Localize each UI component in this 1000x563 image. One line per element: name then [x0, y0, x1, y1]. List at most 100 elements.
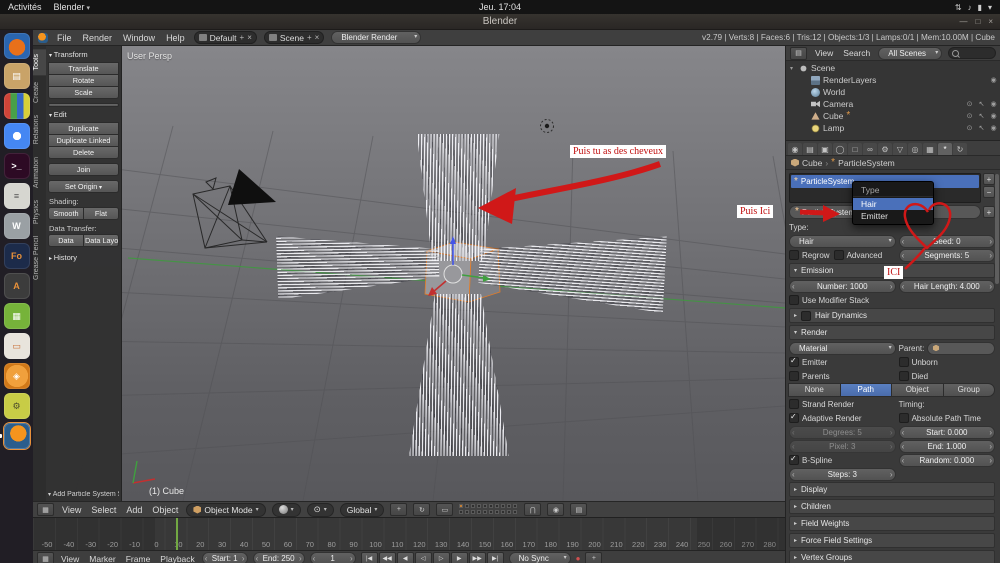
dock-app-grid[interactable]	[4, 93, 30, 119]
tool-button[interactable]: Delete	[48, 146, 119, 159]
layers-widget[interactable]	[459, 504, 518, 515]
keying-set-button[interactable]: +	[585, 552, 602, 563]
collapsed-panel-header[interactable]: Field Weights	[789, 516, 995, 531]
add-slot-button[interactable]: +	[983, 173, 995, 185]
menu-item[interactable]: Add	[124, 505, 144, 515]
object-tab[interactable]: □	[848, 143, 862, 155]
material-tab[interactable]: ◎	[908, 143, 922, 155]
menu-item[interactable]: Object	[150, 505, 180, 515]
menu-item[interactable]: View	[813, 48, 835, 58]
type-dropdown[interactable]: Hair	[789, 235, 896, 248]
history-panel-header[interactable]: History	[48, 251, 119, 264]
degrees-field[interactable]: Degrees: 5	[789, 426, 896, 439]
screen-layout-selector[interactable]: Default + ×	[194, 31, 257, 44]
menu-item[interactable]: Select	[89, 505, 118, 515]
smooth-button[interactable]: Smooth	[48, 207, 84, 220]
data-layout-button[interactable]: Data Layo	[83, 234, 119, 247]
outliner-row[interactable]: World	[788, 86, 998, 98]
flat-button[interactable]: Flat	[83, 207, 119, 220]
data-button[interactable]: Data	[48, 234, 84, 247]
frame-start-field[interactable]: Start: 1	[202, 552, 248, 563]
scrollbar[interactable]	[995, 174, 999, 284]
texture-tab[interactable]: ▦	[923, 143, 937, 155]
join-button[interactable]: Join	[48, 163, 119, 176]
timeline-ruler[interactable]: -50-40-30-20-100102030405060708090100110…	[33, 517, 785, 550]
outliner-row[interactable]: Lamp	[788, 122, 998, 134]
toolshelf-tab[interactable]: Animation	[33, 152, 46, 193]
current-frame-field[interactable]: 1	[310, 552, 356, 563]
prev-frame-button[interactable]: ◀	[397, 552, 414, 563]
menu-item[interactable]: File	[55, 33, 74, 43]
visibility-toggle-icon[interactable]	[965, 100, 974, 108]
selectability-toggle-icon[interactable]	[977, 100, 986, 108]
activities-button[interactable]: Activités	[8, 2, 42, 12]
blender-logo-icon[interactable]	[38, 33, 48, 43]
toolshelf-tab[interactable]: Physics	[33, 195, 46, 229]
parent-field[interactable]	[927, 342, 995, 355]
render-mode-button[interactable]: Group	[943, 383, 996, 397]
constraints-tab[interactable]: ∞	[863, 143, 877, 155]
dock-blender[interactable]	[4, 423, 30, 449]
last-operator-panel[interactable]: Add Particle System Slot	[48, 491, 119, 498]
translate-manipulator-button[interactable]: +	[390, 503, 407, 516]
system-tray[interactable]: ⇅ ♪ ▮ ▾	[955, 3, 992, 12]
adaptive-render-checkbox[interactable]: Adaptive Render	[789, 413, 862, 423]
selectability-toggle-icon[interactable]	[977, 124, 986, 132]
jump-to-start-button[interactable]: |◀	[361, 552, 378, 563]
next-keyframe-button[interactable]: ▶▶	[469, 552, 486, 563]
menu-item[interactable]: Search	[841, 48, 872, 58]
strand-render-checkbox[interactable]: Strand Render	[789, 399, 854, 409]
delete-layout-button[interactable]: ×	[247, 33, 252, 42]
menu-item[interactable]: View	[60, 505, 83, 515]
remove-slot-button[interactable]: −	[983, 186, 995, 198]
outliner-filter-dropdown[interactable]: All Scenes	[878, 47, 942, 60]
selectability-toggle-icon[interactable]	[977, 112, 986, 120]
scene-selector[interactable]: Scene + ×	[264, 31, 324, 44]
particles-tab[interactable]: *	[938, 143, 952, 155]
mirror-button[interactable]	[48, 103, 119, 107]
play-reverse-button[interactable]: ◁	[415, 552, 432, 563]
renderability-toggle-icon[interactable]	[989, 76, 998, 84]
frame-end-field[interactable]: End: 250	[253, 552, 305, 563]
hair-dynamics-checkbox[interactable]	[801, 311, 811, 321]
number-field[interactable]: Number: 1000	[789, 280, 896, 293]
render-panel-header[interactable]: Render	[789, 325, 995, 340]
render-mode-button[interactable]: Path	[840, 383, 893, 397]
render-opengl-button[interactable]: ◉	[547, 503, 564, 516]
transform-panel-header[interactable]: Transform	[48, 48, 119, 61]
breadcrumb-object[interactable]: Cube	[802, 158, 822, 168]
render-layers-tab[interactable]: ▤	[803, 143, 817, 155]
edit-panel-header[interactable]: Edit	[48, 108, 119, 121]
visibility-toggle-icon[interactable]	[965, 124, 974, 132]
menu-item[interactable]: Render	[81, 33, 115, 43]
dock-calc[interactable]: ▦	[4, 303, 30, 329]
bspline-checkbox[interactable]: B-Spline	[789, 455, 832, 465]
menu-item[interactable]: Playback	[158, 554, 197, 563]
menu-item[interactable]: Help	[164, 33, 187, 43]
emitter-checkbox[interactable]: Emitter	[789, 357, 827, 367]
renderability-toggle-icon[interactable]	[989, 100, 998, 108]
dock-a-app[interactable]: A	[4, 273, 30, 299]
absolute-path-time-checkbox[interactable]: Absolute Path Time	[899, 413, 981, 423]
hair-dynamics-panel-header[interactable]: Hair Dynamics	[789, 308, 995, 323]
dock-writer[interactable]: W	[4, 213, 30, 239]
toolshelf-tab[interactable]: Create	[33, 77, 46, 108]
dock-terminal[interactable]: >_	[4, 153, 30, 179]
viewport-shading-dropdown[interactable]	[272, 503, 301, 517]
menu-item[interactable]: View	[59, 554, 81, 563]
menu-item[interactable]: Marker	[87, 554, 117, 563]
play-button[interactable]: ▷	[433, 552, 450, 563]
delete-scene-button[interactable]: ×	[315, 33, 320, 42]
next-frame-button[interactable]: ▶	[451, 552, 468, 563]
path-start-field[interactable]: Start: 0.000	[899, 426, 995, 439]
regrow-checkbox[interactable]: Regrow	[789, 250, 830, 260]
collapsed-panel-header[interactable]: Force Field Settings	[789, 533, 995, 548]
data-tab[interactable]: ▽	[893, 143, 907, 155]
current-frame-line[interactable]	[176, 518, 178, 550]
seed-field[interactable]: Seed: 0	[899, 235, 995, 248]
outliner-search-input[interactable]	[948, 47, 996, 59]
tool-button[interactable]: Scale	[48, 86, 119, 99]
collapsed-panel-header[interactable]: Children	[789, 499, 995, 514]
render-engine-dropdown[interactable]: Blender Render	[331, 31, 421, 44]
render-mode-button[interactable]: Object	[891, 383, 944, 397]
